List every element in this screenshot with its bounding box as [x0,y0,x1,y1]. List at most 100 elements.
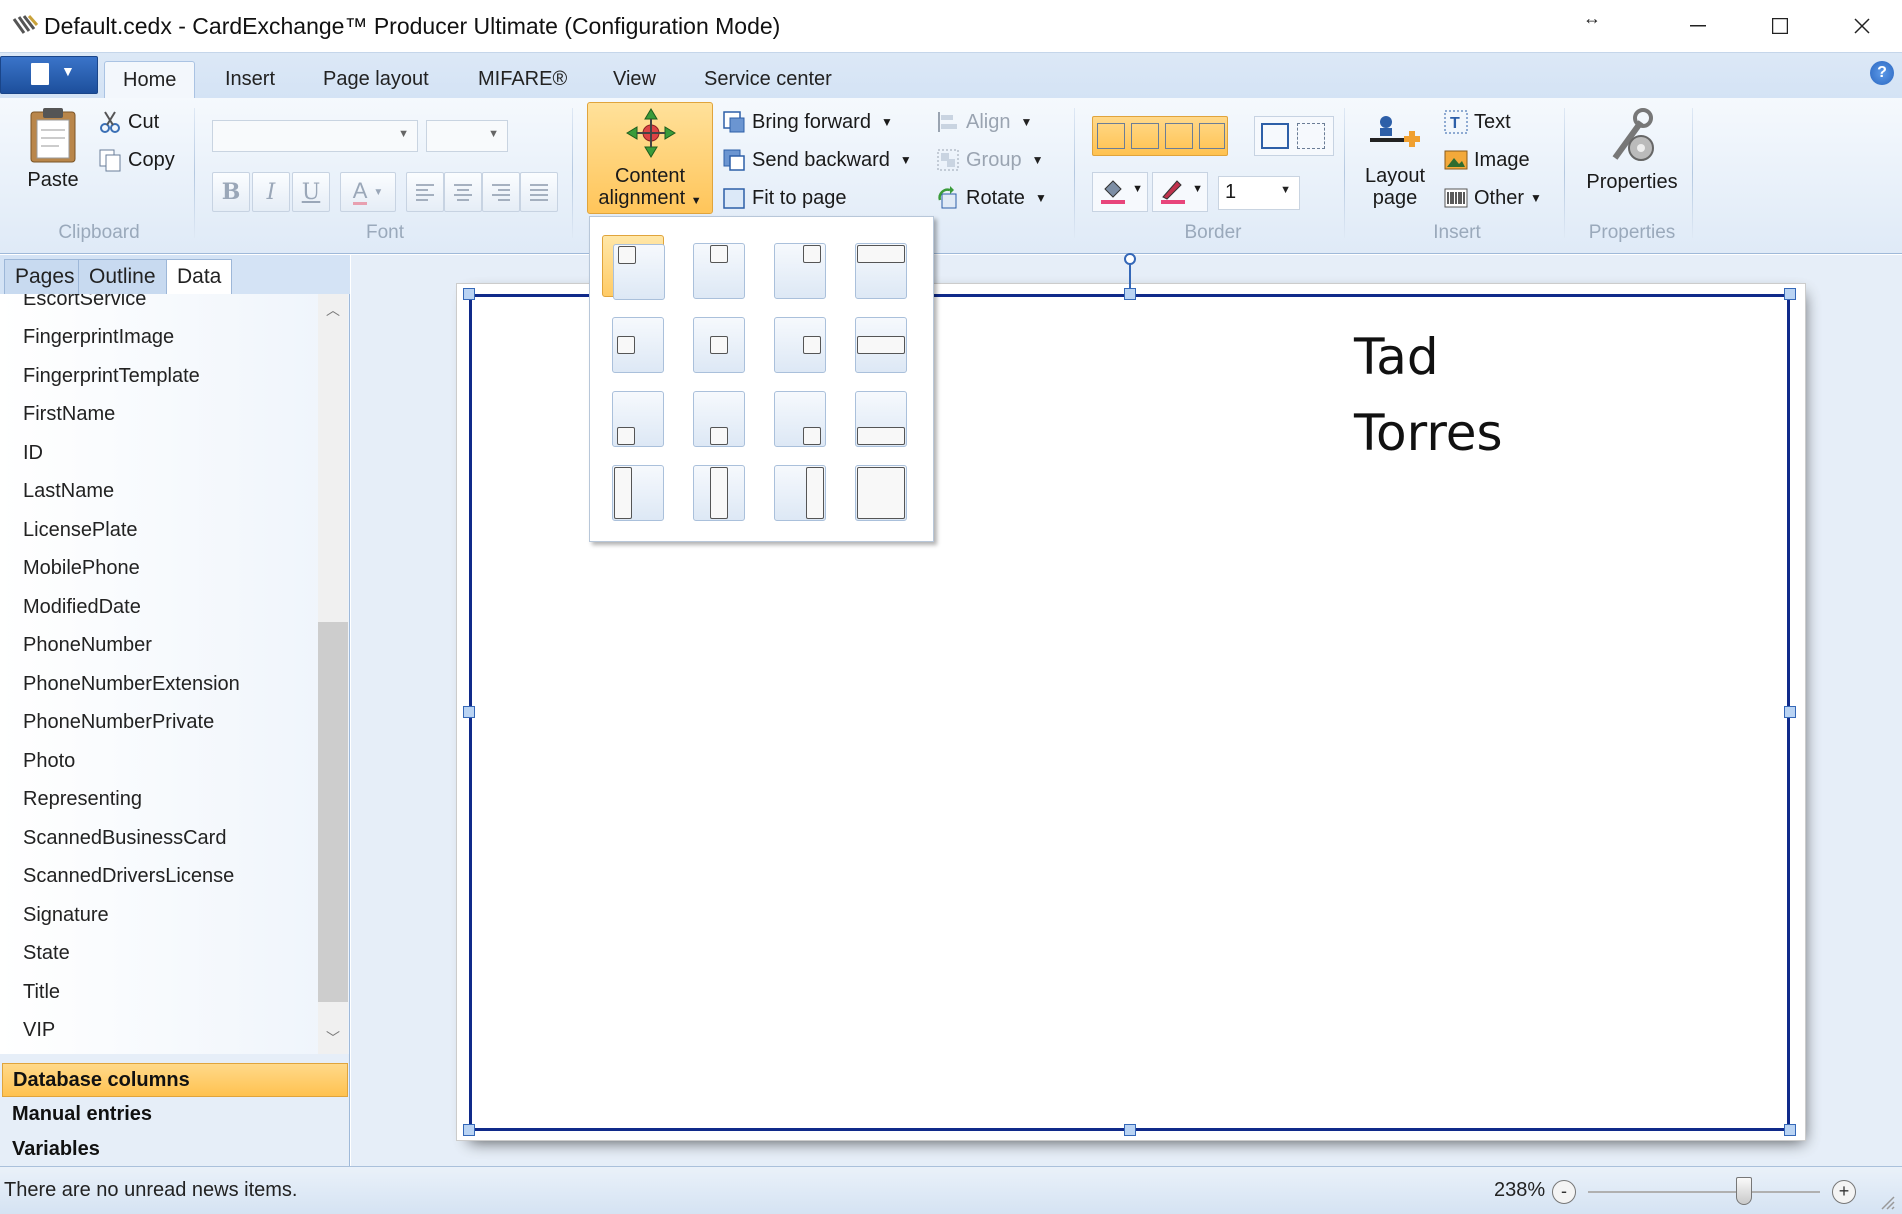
properties-button[interactable]: Properties [1580,108,1684,193]
copy-button[interactable]: Copy [98,143,175,177]
resize-handle-w[interactable] [463,706,475,718]
line-color-button[interactable]: ▼ [1152,172,1208,212]
list-item[interactable]: ScannedDriversLicense [23,865,234,888]
paste-button[interactable]: Paste [20,106,86,191]
align-top-center-option[interactable] [683,235,745,299]
underline-button[interactable]: U [292,172,330,212]
tab-data[interactable]: Data [166,259,233,296]
close-button[interactable] [1822,0,1902,52]
resize-handle-s[interactable] [1124,1124,1136,1136]
resize-icon[interactable]: ↔ [1583,8,1601,29]
news-status[interactable]: There are no unread news items. [4,1179,298,1202]
zoom-slider-track[interactable] [1588,1191,1820,1193]
tab-mifare[interactable]: MIFARE® [460,61,585,99]
tab-page-layout[interactable]: Page layout [305,61,447,99]
list-item[interactable]: ScannedBusinessCard [23,827,226,850]
align-center-button[interactable] [444,172,482,212]
font-color-button[interactable]: A ▼ [340,172,396,212]
application-menu-button[interactable]: ▼ [0,56,98,94]
tab-pages[interactable]: Pages [4,259,86,295]
align-left-button[interactable] [406,172,444,212]
tab-home[interactable]: Home [104,61,196,99]
align-center-fill-option[interactable] [683,457,745,521]
list-scrollbar[interactable]: ︿ ﹀ [318,294,348,1054]
help-icon[interactable]: ? [1870,61,1894,85]
zoom-in-button[interactable]: + [1832,1180,1856,1204]
list-item[interactable]: FingerprintImage [23,326,174,349]
database-columns-section[interactable]: Database columns [2,1063,348,1097]
border-all-icon[interactable] [1097,123,1125,149]
rotate-button[interactable]: Rotate ▼ [936,181,1047,215]
align-stretch-fill-option[interactable] [845,457,907,521]
font-size-select[interactable]: ▼ [426,120,508,152]
border-box-icon[interactable] [1261,123,1289,149]
list-item[interactable]: FingerprintTemplate [23,365,200,388]
zoom-slider-thumb[interactable] [1736,1177,1752,1205]
align-right-fill-option[interactable] [764,457,826,521]
align-top-left-option[interactable] [602,235,665,300]
align-middle-stretch-option[interactable] [845,309,907,373]
resize-handle-n[interactable] [1124,288,1136,300]
italic-button[interactable]: I [252,172,290,212]
align-middle-right-option[interactable] [764,309,826,373]
resize-handle-se[interactable] [1784,1124,1796,1136]
resize-grip-icon[interactable] [1878,1193,1896,1211]
card-last-name[interactable]: Torres [1354,404,1503,462]
list-item[interactable]: LastName [23,480,114,503]
resize-handle-ne[interactable] [1784,288,1796,300]
insert-image-button[interactable]: Image [1444,143,1530,177]
list-item[interactable]: PhoneNumberPrivate [23,711,214,734]
send-backward-button[interactable]: Send backward ▼ [722,143,912,177]
font-family-select[interactable]: ▼ [212,120,418,152]
scrollbar-thumb[interactable] [318,622,348,1002]
align-right-button[interactable] [482,172,520,212]
fit-to-page-button[interactable]: Fit to page [722,181,847,215]
bold-button[interactable]: B [212,172,250,212]
resize-handle-e[interactable] [1784,706,1796,718]
list-item[interactable]: Signature [23,904,109,927]
content-alignment-button[interactable]: Content alignment ▼ [587,102,713,214]
list-item[interactable]: State [23,942,70,965]
align-middle-left-option[interactable] [602,309,664,373]
cut-button[interactable]: Cut [98,105,159,139]
align-top-stretch-option[interactable] [845,235,907,299]
list-item[interactable]: FirstName [23,403,115,426]
card-first-name[interactable]: Tad [1354,328,1439,386]
list-item[interactable]: MobilePhone [23,557,140,580]
list-item[interactable]: Photo [23,750,75,773]
manual-entries-section[interactable]: Manual entries [2,1098,348,1132]
resize-handle-nw[interactable] [463,288,475,300]
tab-outline[interactable]: Outline [78,259,167,295]
align-middle-center-option[interactable] [683,309,745,373]
list-item[interactable]: PhoneNumberExtension [23,673,240,696]
chevron-down-icon[interactable]: ﹀ [326,1028,340,1048]
border-outer-icon[interactable] [1131,123,1159,149]
list-item[interactable]: EscortService [23,294,146,311]
list-item[interactable]: VIP [23,1019,55,1042]
maximize-button[interactable] [1740,0,1820,52]
insert-text-button[interactable]: T Text [1444,105,1511,139]
tab-insert[interactable]: Insert [207,61,293,99]
list-item[interactable]: Title [23,981,60,1004]
list-item[interactable]: ID [23,442,43,465]
align-bottom-right-option[interactable] [764,383,826,447]
border-inner-icon[interactable] [1165,123,1193,149]
fill-color-button[interactable]: ▼ [1092,172,1148,212]
list-item[interactable]: LicensePlate [23,519,138,542]
list-item[interactable]: PhoneNumber [23,634,152,657]
layout-page-button[interactable]: Layout page [1360,112,1430,209]
variables-section[interactable]: Variables [2,1133,348,1167]
justify-button[interactable] [520,172,558,212]
resize-handle-sw[interactable] [463,1124,475,1136]
minimize-button[interactable] [1658,0,1738,52]
tab-service-center[interactable]: Service center [686,61,850,99]
align-left-fill-option[interactable] [602,457,664,521]
zoom-out-button[interactable]: - [1552,1180,1576,1204]
list-item[interactable]: Representing [23,788,142,811]
align-top-right-option[interactable] [764,235,826,299]
align-bottom-center-option[interactable] [683,383,745,447]
border-none-icon[interactable] [1297,123,1325,149]
align-bottom-stretch-option[interactable] [845,383,907,447]
bring-forward-button[interactable]: Bring forward ▼ [722,105,893,139]
align-bottom-left-option[interactable] [602,383,664,447]
